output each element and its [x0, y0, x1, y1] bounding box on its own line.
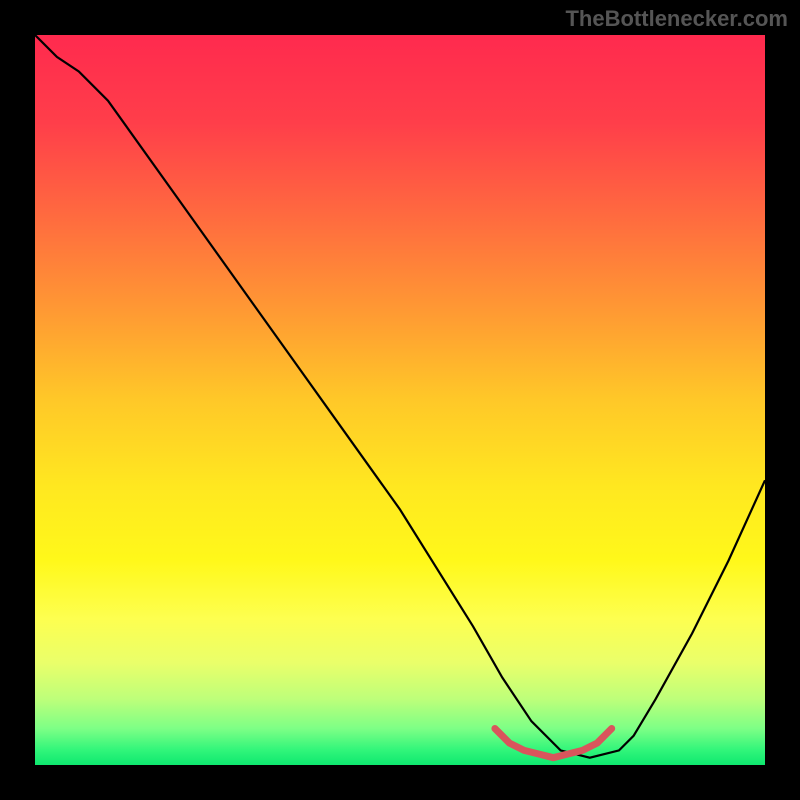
- attribution-text: TheBottlenecker.com: [565, 6, 788, 32]
- gradient-background: [35, 35, 765, 765]
- plot-area: [35, 35, 765, 765]
